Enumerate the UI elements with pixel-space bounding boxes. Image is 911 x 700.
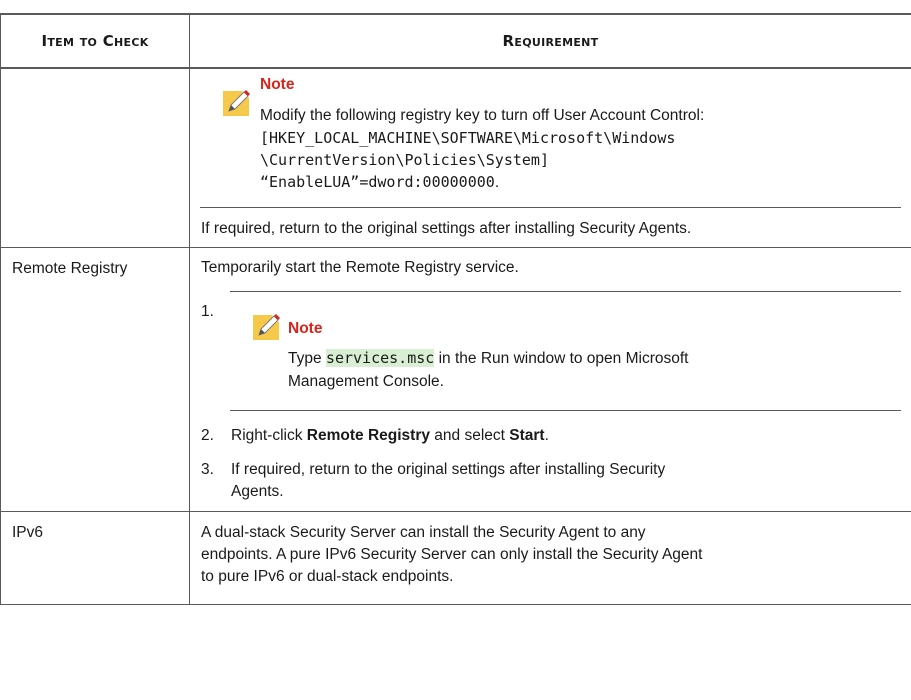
document-page: Item to Check Requirement Note Modify th…	[0, 0, 911, 700]
step1-note-label: Note	[288, 319, 323, 337]
item-ipv6: IPv6	[0, 510, 190, 605]
step1-note-text: Type services.msc in the Run window to o…	[288, 347, 688, 370]
step2-start: Start	[509, 426, 545, 444]
step1-rest: in the Run window to open Microsoft	[434, 349, 689, 367]
header-item-to-check: Item to Check	[0, 13, 190, 69]
item-cell-empty	[0, 67, 190, 248]
registry-period: .	[494, 174, 500, 191]
step2-mid: and select	[429, 426, 510, 444]
requirement-cell: A dual-stack Security Server can install…	[189, 510, 911, 605]
uac-note: Note Modify the following registry key t…	[190, 69, 911, 242]
registry-key-line1: [HKEY_LOCAL_MACHINE\SOFTWARE\Microsoft\W…	[260, 129, 676, 147]
step1-top-divider	[230, 290, 901, 292]
services-msc-code: services.msc	[325, 348, 435, 367]
item-remote-registry: Remote Registry	[0, 246, 190, 512]
requirement-cell: Temporarily start the Remote Registry se…	[189, 246, 911, 512]
step2-number: 2.	[201, 426, 214, 444]
step2-pre: Right-click	[231, 426, 307, 444]
registry-key-line3: “EnableLUA”=dword:00000000.	[260, 171, 499, 194]
step1-bottom-divider	[230, 409, 901, 411]
step2-text: Right-click Remote Registry and select S…	[231, 425, 549, 447]
step1-type: Type	[288, 349, 326, 367]
ipv6-line2: endpoints. A pure IPv6 Security Server c…	[201, 545, 703, 563]
step3-line1: If required, return to the original sett…	[231, 460, 666, 478]
remote-registry-intro: Temporarily start the Remote Registry se…	[201, 258, 519, 276]
step3-line2: Agents.	[231, 482, 284, 500]
uac-after-text: If required, return to the original sett…	[201, 220, 692, 237]
step1-number: 1.	[201, 302, 214, 320]
table-row: IPv6 A dual-stack Security Server can in…	[0, 510, 911, 605]
ipv6-line3: to pure IPv6 or dual-stack endpoints.	[201, 567, 454, 585]
note-pencil-icon	[250, 310, 282, 342]
note-pencil-icon	[220, 86, 252, 118]
requirement-cell: Note Modify the following registry key t…	[189, 67, 911, 248]
table-row: Note Modify the following registry key t…	[0, 67, 911, 248]
table-row: Remote Registry Temporarily start the Re…	[0, 246, 911, 512]
note-text: Modify the following registry key to tur…	[260, 107, 705, 124]
note-label: Note	[260, 76, 295, 93]
registry-value: “EnableLUA”=dword:00000000	[260, 173, 495, 191]
step2-end: .	[544, 426, 549, 444]
registry-key-line2: \CurrentVersion\Policies\System]	[260, 151, 549, 169]
step2-remote-registry: Remote Registry	[306, 426, 430, 444]
ipv6-line1: A dual-stack Security Server can install…	[201, 523, 646, 541]
note-divider	[200, 207, 901, 208]
step1-note-text-line2: Management Console.	[288, 372, 444, 390]
table-header-row: Item to Check Requirement	[0, 13, 911, 69]
requirements-table: Item to Check Requirement Note Modify th…	[0, 13, 911, 605]
step3-number: 3.	[201, 460, 214, 478]
header-requirement: Requirement	[189, 13, 911, 69]
